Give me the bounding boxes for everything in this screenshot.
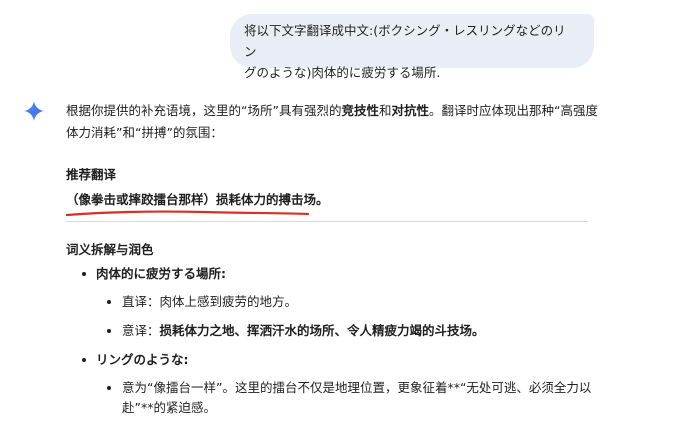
recommended-translation: （像拳击或摔跤擂台那样）损耗体力的搏击场。 <box>66 192 329 207</box>
intro-text-3: 。翻译时应体现出那种“高强度 <box>429 103 598 118</box>
list-item: 意译：损耗体力之地、挥洒汗水的场所、令人精疲力竭的斗技场。 <box>107 321 485 341</box>
intro-text-line-2: 体力消耗”和“拼搏”的氛围： <box>66 125 223 140</box>
intro-paragraph: 根据你提供的补充语境，这里的“场所”具有强烈的竞技性和对抗性。翻译时应体现出那种… <box>66 100 606 144</box>
term-label: 肉体的に疲労する場所: <box>96 266 226 281</box>
sub-text-line-2: 赴”**的紧迫感。 <box>122 400 216 415</box>
chat-page: 将以下文字翻译成中文:(ボクシング・レスリングなどのリン グのような)肉体的に疲… <box>0 0 690 427</box>
user-message-bubble: 将以下文字翻译成中文:(ボクシング・レスリングなどのリン グのような)肉体的に疲… <box>230 14 594 80</box>
user-message-line-2: グのような)肉体的に疲労する場所. <box>244 65 441 80</box>
bullet-dot <box>107 386 111 390</box>
section-divider <box>66 221 588 222</box>
list-item: 肉体的に疲労する場所: <box>82 264 226 284</box>
bullet-dot <box>82 272 86 276</box>
recommended-heading: 推荐翻译 <box>66 167 117 182</box>
sub-text: 肉体上感到疲劳的地方。 <box>159 294 298 309</box>
bullet-dot <box>82 358 86 362</box>
list-item: 直译：肉体上感到疲劳的地方。 <box>107 292 298 312</box>
assistant-response: 根据你提供的补充语境，这里的“场所”具有强烈的竞技性和对抗性。翻译时应体现出那种… <box>65 100 626 415</box>
lexical-heading: 词义拆解与润色 <box>66 242 154 257</box>
user-message-line-1: 将以下文字翻译成中文:(ボクシング・レスリングなどのリン <box>244 23 566 59</box>
list-item: 意为“像擂台一样”。这里的擂台不仅是地理位置，更象征着**“无处可逃、必须全力以… <box>107 378 602 418</box>
term-label: リングのような: <box>96 352 189 367</box>
intro-text-2: 和 <box>378 103 392 118</box>
sub-text: 意为“像擂台一样”。这里的擂台不仅是地理位置，更象征着**“无处可逃、必须全力以 <box>122 380 592 395</box>
bullet-dot <box>107 300 111 304</box>
gemini-spark-icon <box>24 101 44 121</box>
sub-label: 意译： <box>122 323 160 338</box>
intro-bold-2: 对抗性 <box>391 103 429 118</box>
bullet-dot <box>107 329 111 333</box>
intro-text-1: 根据你提供的补充语境，这里的“场所”具有强烈的 <box>66 103 342 118</box>
intro-bold-1: 竞技性 <box>341 103 379 118</box>
sub-text: 损耗体力之地、挥洒汗水的场所、令人精疲力竭的斗技场。 <box>159 323 485 338</box>
sub-label: 直译： <box>122 294 160 309</box>
list-item: リングのような: <box>82 350 189 370</box>
red-underline-annotation <box>65 210 310 217</box>
